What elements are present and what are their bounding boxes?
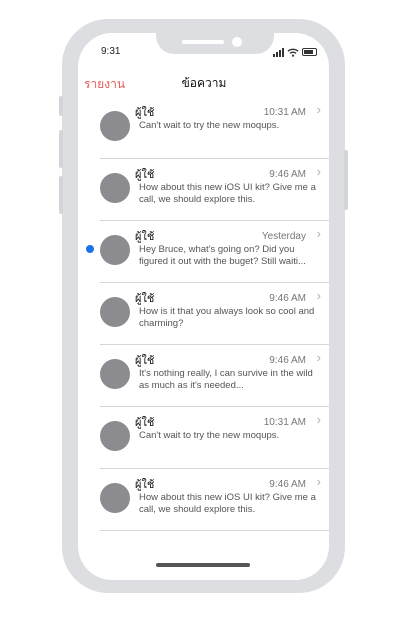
message-sender: ผู้ใช้ — [135, 416, 155, 429]
message-time: 9:46 AM — [269, 293, 306, 304]
status-time: 9:31 — [101, 46, 121, 57]
chevron-right-icon: › — [316, 226, 321, 241]
home-indicator[interactable] — [156, 563, 250, 567]
message-time: 9:46 AM — [269, 355, 306, 366]
speaker — [182, 40, 224, 44]
avatar — [100, 297, 130, 327]
message-row[interactable]: ผู้ใช้ 9:46 AM › How about this new iOS … — [78, 469, 329, 531]
signal-icon — [273, 47, 284, 57]
message-time: 10:31 AM — [263, 107, 306, 118]
message-time: Yesterday — [261, 231, 306, 242]
chevron-right-icon: › — [316, 474, 321, 489]
side-button-volume-up — [59, 130, 63, 168]
message-time: 9:46 AM — [269, 479, 306, 490]
message-preview: Can't wait to try the new moqups. — [139, 430, 280, 441]
message-sender: ผู้ใช้ — [135, 354, 155, 367]
message-sender: ผู้ใช้ — [135, 230, 155, 243]
avatar — [100, 359, 130, 389]
message-preview: Can't wait to try the new moqups. — [139, 120, 280, 131]
chevron-right-icon: › — [316, 288, 321, 303]
camera — [232, 37, 242, 47]
battery-icon — [302, 48, 317, 56]
wifi-icon — [287, 48, 299, 57]
row-divider — [100, 530, 329, 531]
chevron-right-icon: › — [316, 350, 321, 365]
chevron-right-icon: › — [316, 102, 321, 117]
avatar — [100, 173, 130, 203]
chevron-right-icon: › — [316, 164, 321, 179]
message-sender: ผู้ใช้ — [135, 292, 155, 305]
side-button-silent — [59, 96, 63, 116]
avatar — [100, 421, 130, 451]
message-preview: How about this new iOS UI kit? Give me a… — [139, 182, 316, 205]
avatar — [100, 111, 130, 141]
message-row[interactable]: ผู้ใช้ 9:46 AM › How about this new iOS … — [78, 159, 329, 221]
chevron-right-icon: › — [316, 412, 321, 427]
message-sender: ผู้ใช้ — [135, 478, 155, 491]
message-sender: ผู้ใช้ — [135, 168, 155, 181]
side-button-volume-down — [59, 176, 63, 214]
back-button[interactable]: รายงาน — [84, 75, 125, 94]
message-time: 9:46 AM — [269, 169, 306, 180]
side-button-power — [344, 150, 348, 210]
message-row[interactable]: ผู้ใช้ 10:31 AM › Can't wait to try the … — [78, 407, 329, 469]
message-sender: ผู้ใช้ — [135, 106, 155, 119]
message-preview: Hey Bruce, what's going on? Did you figu… — [139, 244, 306, 267]
message-preview: How about this new iOS UI kit? Give me a… — [139, 492, 316, 515]
message-row[interactable]: ผู้ใช้ 9:46 AM › It's nothing really, I … — [78, 345, 329, 407]
message-time: 10:31 AM — [263, 417, 306, 428]
avatar — [100, 483, 130, 513]
status-icons — [273, 46, 317, 58]
message-row[interactable]: ผู้ใช้ 9:46 AM › How is it that you alwa… — [78, 283, 329, 345]
page-title: ข้อความ — [181, 76, 227, 90]
message-row[interactable]: ผู้ใช้ 10:31 AM › Can't wait to try the … — [78, 97, 329, 159]
unread-indicator — [86, 245, 94, 253]
message-row[interactable]: ผู้ใช้ Yesterday › Hey Bruce, what's goi… — [78, 221, 329, 283]
message-preview: It's nothing really, I can survive in th… — [139, 368, 313, 391]
message-preview: How is it that you always look so cool a… — [139, 306, 315, 329]
avatar — [100, 235, 130, 265]
